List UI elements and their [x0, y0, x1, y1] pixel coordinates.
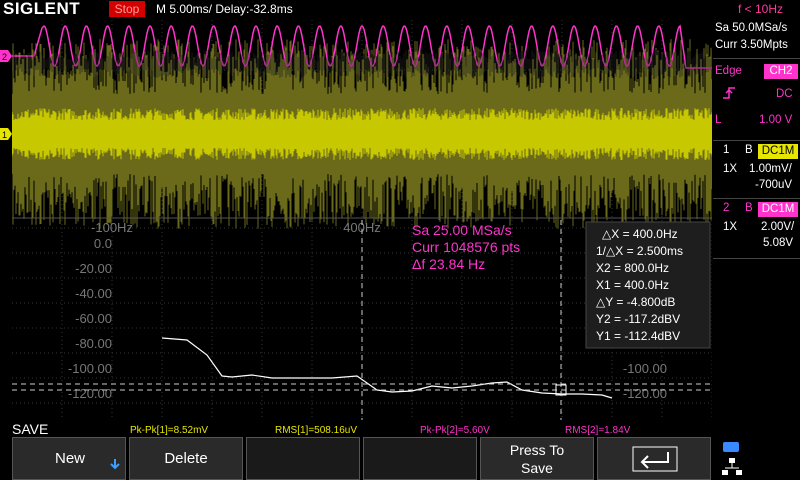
ch1-coupling-badge: DC1M [758, 144, 798, 159]
top-status-bar: SIGLENT Stop M 5.00ms/ Delay:-32.8ms f <… [0, 0, 800, 18]
waveform-display[interactable]: -100Hz400Hz900Hz0.0-20.00-40.00-60.00-80… [12, 20, 712, 420]
fft-delta-f: Δf 23.84 Hz [412, 256, 485, 272]
ch1-bw-limit: B [745, 144, 753, 156]
ch2-bw-limit: B [745, 202, 753, 214]
fft-y-tick-label: -40.00 [75, 286, 112, 301]
fft-sample-rate: Sa 25.00 MSa/s [412, 222, 512, 238]
cursor-dy: △Y = -4.800dB [596, 295, 675, 309]
fft-x-tick-label: -100Hz [91, 220, 133, 235]
meas-rms-ch2: RMS[2]=1.84V [565, 425, 631, 436]
new-button-label: New [55, 450, 86, 467]
ch2-scale: 2.00V/ [761, 221, 795, 233]
cursor-x1: X1 = 400.0Hz [596, 278, 669, 292]
timebase-readout[interactable]: M 5.00ms/ Delay:-32.8ms [156, 0, 293, 18]
meas-rms-ch1: RMS[1]=508.16uV [275, 425, 357, 436]
fft-points: Curr 1048576 pts [412, 239, 520, 255]
trigger-type: Edge [715, 65, 742, 77]
run-stop-status[interactable]: Stop [109, 1, 145, 17]
trigger-level: 1.00 V [759, 114, 793, 126]
acq-sample-rate: Sa 50.0MSa/s [715, 22, 788, 34]
cursor-inv-dx: 1/△X = 2.500ms [596, 244, 683, 258]
fft-y-tick-label: 0.0 [94, 236, 112, 251]
ch2-marker-label: 2 [2, 52, 7, 62]
divider [713, 258, 800, 259]
press-to-save-label-2: Save [521, 460, 553, 476]
divider [713, 140, 800, 141]
cursor-y2: Y2 = -117.2dBV [596, 312, 680, 326]
ch1-scale: 1.00mV/ [749, 163, 792, 175]
fft-y-tick-label: -100.00 [68, 361, 112, 376]
ch2-number: 2 [723, 202, 730, 214]
divider [713, 58, 800, 59]
trigger-panel[interactable]: Edge CH2 DC L 1.00 V [713, 60, 800, 132]
fft-y-tick-label: -100.00 [623, 361, 667, 376]
cursor-y1: Y1 = -112.4dBV [596, 329, 680, 343]
trigger-source-badge: CH2 [764, 64, 798, 79]
trigger-frequency: f < 10Hz [738, 2, 784, 16]
brand-logo: SIGLENT [3, 0, 81, 18]
ch2-coupling-badge: DC1M [758, 202, 798, 217]
ch1-info-panel[interactable]: 1 B DC1M 1X 1.00mV/ -700uV [713, 142, 800, 198]
channel-markers: 2 1 [0, 50, 12, 140]
rising-edge-icon [723, 87, 735, 99]
fft-y-tick-label: -60.00 [75, 311, 112, 326]
ch1-marker-label: 1 [2, 130, 7, 140]
fft-y-tick-label: -120.00 [623, 386, 667, 401]
delete-button-label: Delete [164, 450, 208, 467]
press-to-save-label-1: Press To [509, 442, 565, 458]
acq-memory: Curr 3.50Mpts [715, 39, 788, 51]
delete-button[interactable]: Delete [129, 437, 243, 480]
battery-icon [723, 442, 739, 452]
back-button[interactable] [597, 437, 711, 480]
arrow-down-icon [110, 459, 120, 470]
press-to-save-button[interactable]: Press To Save [480, 437, 594, 480]
cursor-readout-box: △X = 400.0Hz 1/△X = 2.500ms X2 = 800.0Hz… [585, 221, 711, 349]
fft-y-tick-label: -80.00 [75, 336, 112, 351]
meas-pkpk-ch2: Pk-Pk[2]=5.60V [420, 425, 490, 436]
ch1-number: 1 [723, 144, 730, 156]
fft-y-tick-label: -120.00 [68, 386, 112, 401]
cursor-x2: X2 = 800.0Hz [596, 261, 669, 275]
ch2-info-panel[interactable]: 2 B DC1M 1X 2.00V/ 5.08V [713, 200, 800, 256]
new-button[interactable]: New [12, 437, 126, 480]
right-info-panel: Sa 50.0MSa/s Curr 3.50Mpts Edge CH2 DC L… [713, 20, 800, 420]
return-arrow-icon [632, 446, 678, 472]
softkey-4-blank[interactable] [363, 437, 477, 480]
ch1-probe: 1X [723, 163, 738, 175]
status-icons [722, 442, 742, 475]
trigger-coupling: DC [776, 88, 793, 100]
trigger-level-label: L [715, 114, 722, 126]
softkey-3-blank[interactable] [246, 437, 360, 480]
ch2-offset: 5.08V [763, 237, 794, 249]
ch1-offset: -700uV [755, 179, 793, 191]
ch2-probe: 1X [723, 221, 738, 233]
fft-y-tick-label: -20.00 [75, 261, 112, 276]
meas-pkpk-ch1: Pk-Pk[1]=8.52mV [130, 425, 209, 436]
menu-title: SAVE [12, 421, 49, 437]
cursor-dx: △X = 400.0Hz [602, 227, 678, 241]
network-icon [722, 458, 742, 475]
divider [713, 198, 800, 199]
